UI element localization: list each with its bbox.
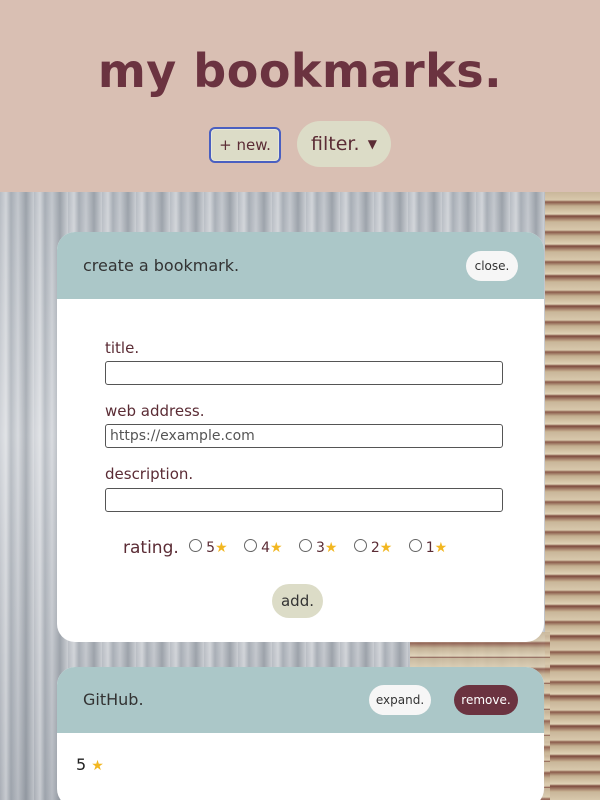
bookmark-title: GitHub. bbox=[83, 690, 144, 709]
description-label: description. bbox=[105, 465, 194, 483]
card-header: create a bookmark. close. bbox=[57, 232, 544, 299]
bookmark-rating: 5 ★ bbox=[76, 755, 104, 774]
title-input[interactable] bbox=[105, 361, 503, 385]
create-bookmark-card: create a bookmark. close. title. web add… bbox=[57, 232, 544, 642]
create-bookmark-heading: create a bookmark. bbox=[83, 256, 240, 275]
rating-radio-1[interactable] bbox=[408, 538, 422, 552]
add-button[interactable]: add. bbox=[272, 584, 323, 618]
rating-radio-3[interactable] bbox=[298, 538, 312, 552]
filter-select[interactable]: filter. ▼ bbox=[297, 121, 391, 167]
page-title: my bookmarks. bbox=[97, 44, 503, 98]
description-input[interactable] bbox=[105, 488, 503, 512]
books-decoration bbox=[545, 192, 600, 800]
rating-option-4: 4★ bbox=[261, 540, 283, 556]
star-icon: ★ bbox=[269, 540, 283, 556]
url-input[interactable] bbox=[105, 424, 503, 448]
new-bookmark-button[interactable]: + new. bbox=[209, 127, 281, 163]
rating-radio-2[interactable] bbox=[353, 538, 367, 552]
rating-radio-5[interactable] bbox=[189, 538, 203, 552]
bookmark-card: GitHub. expand. remove. 5 ★ bbox=[57, 667, 544, 807]
title-label: title. bbox=[105, 339, 140, 357]
url-label: web address. bbox=[105, 402, 205, 420]
star-icon: ★ bbox=[379, 540, 393, 556]
star-icon: ★ bbox=[434, 540, 448, 556]
card-header: GitHub. expand. remove. bbox=[57, 667, 544, 733]
star-icon: ★ bbox=[215, 540, 228, 556]
remove-button[interactable]: remove. bbox=[454, 685, 518, 715]
rating-option-2: 2★ bbox=[370, 540, 393, 556]
rating-group: rating. 5★ 4★ 3★ 2★ 1★ bbox=[123, 538, 458, 558]
bookmark-rating-value: 5 bbox=[76, 755, 87, 774]
star-icon: ★ bbox=[324, 540, 338, 556]
rating-radio-4[interactable] bbox=[244, 538, 258, 552]
star-icon: ★ bbox=[91, 758, 104, 774]
app-header: my bookmarks. + new. filter. ▼ bbox=[0, 0, 600, 192]
rating-option-1: 1★ bbox=[425, 540, 448, 556]
close-button[interactable]: close. bbox=[466, 251, 518, 281]
rating-option-3: 3★ bbox=[315, 540, 338, 556]
rating-label: rating. bbox=[123, 538, 179, 558]
chevron-down-icon: ▼ bbox=[367, 137, 377, 151]
rating-option-5: 5★ bbox=[206, 540, 228, 556]
expand-button[interactable]: expand. bbox=[369, 685, 431, 715]
filter-selected-value: filter. bbox=[311, 133, 360, 155]
